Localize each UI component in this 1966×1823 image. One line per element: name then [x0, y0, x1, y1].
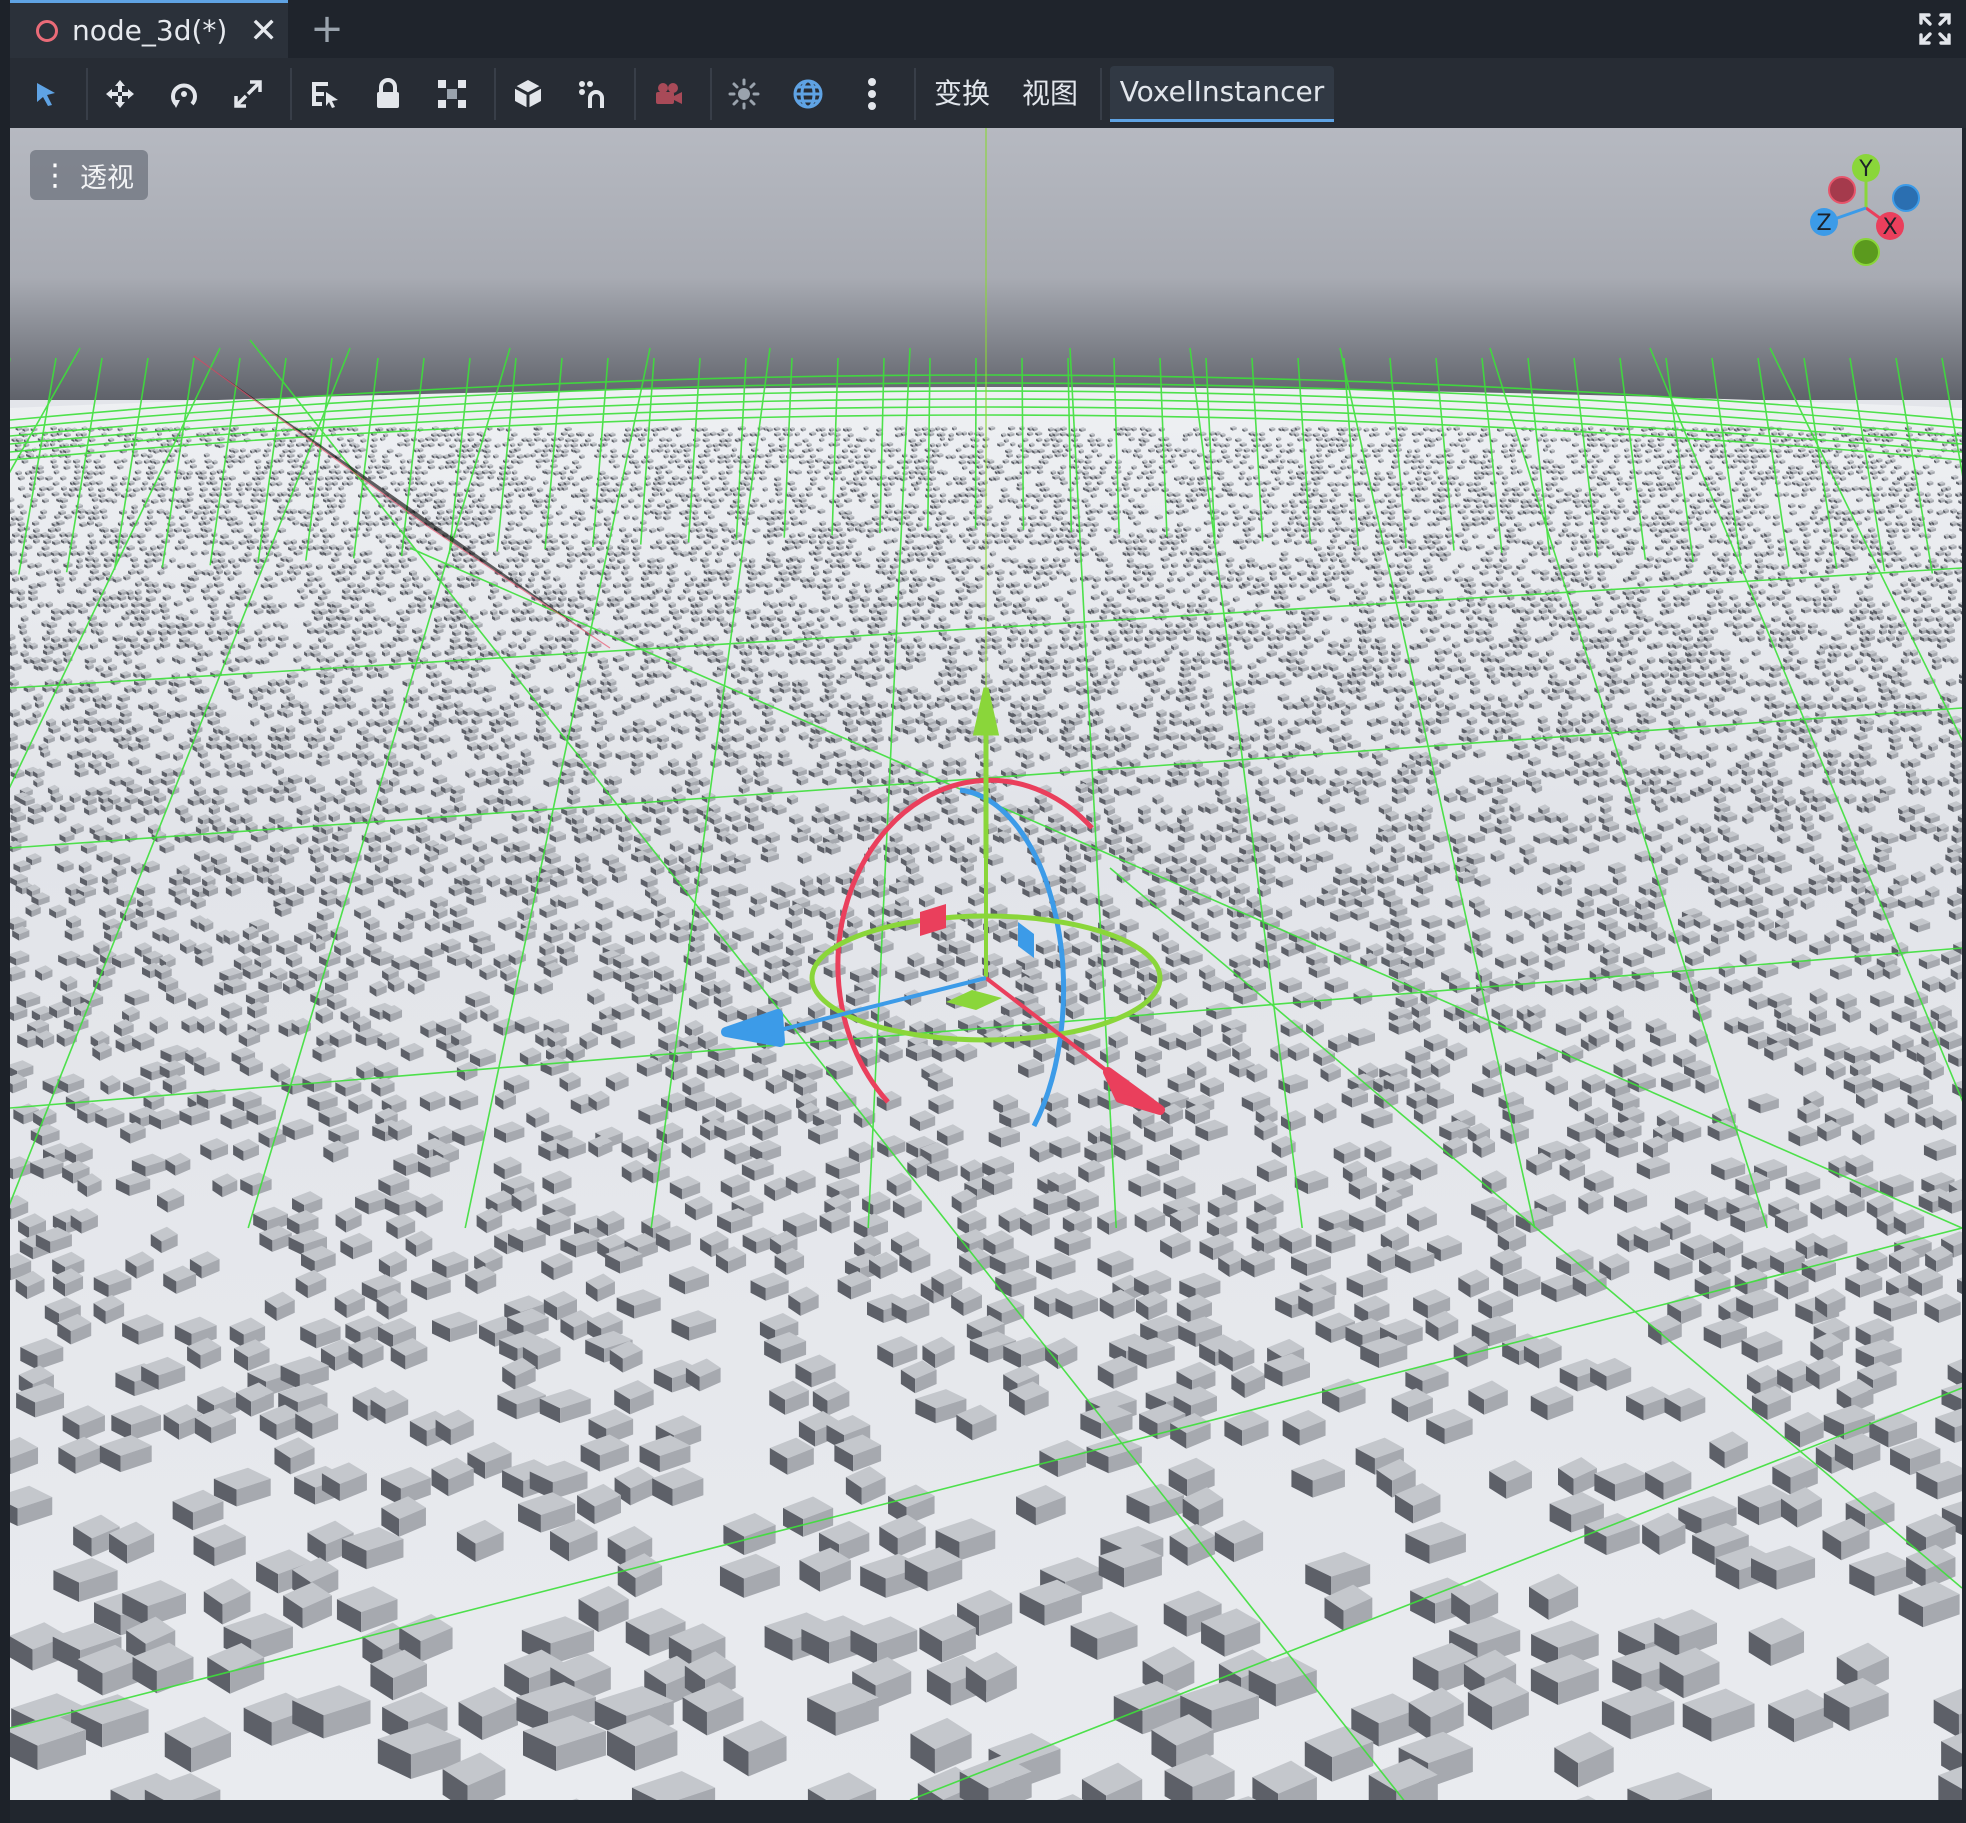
snap-icon	[579, 81, 604, 108]
environment-preview-button[interactable]	[786, 72, 830, 116]
x-axis-label: X	[1882, 215, 1897, 240]
z-axis-label: Z	[1816, 211, 1831, 236]
node3d-icon	[36, 19, 58, 42]
select-tool-button[interactable]	[24, 72, 68, 116]
rotate-tool-button[interactable]	[162, 72, 206, 116]
transform-menu[interactable]: 变换	[934, 72, 990, 116]
perspective-menu[interactable]: ⋮ 透视	[30, 150, 148, 200]
neg-z-axis-icon[interactable]	[1892, 184, 1920, 212]
lock-button[interactable]	[366, 72, 410, 116]
add-tab-button[interactable]: +	[306, 6, 348, 52]
move-icon	[106, 80, 134, 108]
select-icon	[37, 83, 55, 106]
cube-icon	[514, 80, 542, 108]
sun-preview-button[interactable]	[722, 72, 766, 116]
neg-y-axis-icon[interactable]	[1852, 238, 1880, 266]
snap-button[interactable]	[570, 72, 614, 116]
scale-icon	[234, 80, 262, 108]
scene-tab-title: node_3d(*)	[72, 14, 227, 47]
list-select-button[interactable]	[302, 72, 346, 116]
more-vertical-icon	[868, 78, 876, 110]
view-menu[interactable]: 视图	[1022, 72, 1078, 116]
rotate-icon	[171, 83, 197, 108]
scene-render[interactable]	[10, 128, 1962, 1800]
close-tab-icon[interactable]: ✕	[249, 14, 278, 48]
voxel-instancer-menu[interactable]: VoxelInstancer	[1110, 66, 1334, 122]
scene-tab-bar: node_3d(*) ✕ +	[10, 0, 1966, 58]
distraction-free-icon[interactable]	[1918, 12, 1952, 46]
camera-preview-button[interactable]	[646, 72, 690, 116]
viewport-toolbar: 变换 视图 VoxelInstancer	[10, 58, 1966, 128]
editor-window: node_3d(*) ✕ + 变换 视图 VoxelInstancer ⋮ 透视…	[10, 0, 1966, 1823]
y-axis-label: Y	[1858, 157, 1873, 182]
group-icon	[438, 80, 466, 108]
globe-icon	[793, 79, 823, 109]
move-tool-button[interactable]	[98, 72, 142, 116]
view-orientation-gizmo[interactable]: Y X Z	[1780, 148, 1950, 288]
scale-tool-button[interactable]	[226, 72, 270, 116]
scene-tab[interactable]: node_3d(*) ✕	[10, 0, 288, 58]
list-select-icon	[312, 82, 338, 108]
local-space-button[interactable]	[506, 72, 550, 116]
more-vertical-icon: ⋮	[40, 158, 70, 193]
perspective-label: 透视	[80, 156, 134, 195]
status-bar	[10, 1800, 1966, 1823]
neg-x-axis-icon[interactable]	[1828, 176, 1856, 204]
more-options-button[interactable]	[850, 72, 894, 116]
3d-viewport[interactable]: ⋮ 透视 Y X Z	[10, 128, 1962, 1800]
group-button[interactable]	[430, 72, 474, 116]
lock-icon	[377, 78, 399, 108]
camera-icon	[656, 83, 682, 104]
sun-icon	[728, 78, 760, 110]
